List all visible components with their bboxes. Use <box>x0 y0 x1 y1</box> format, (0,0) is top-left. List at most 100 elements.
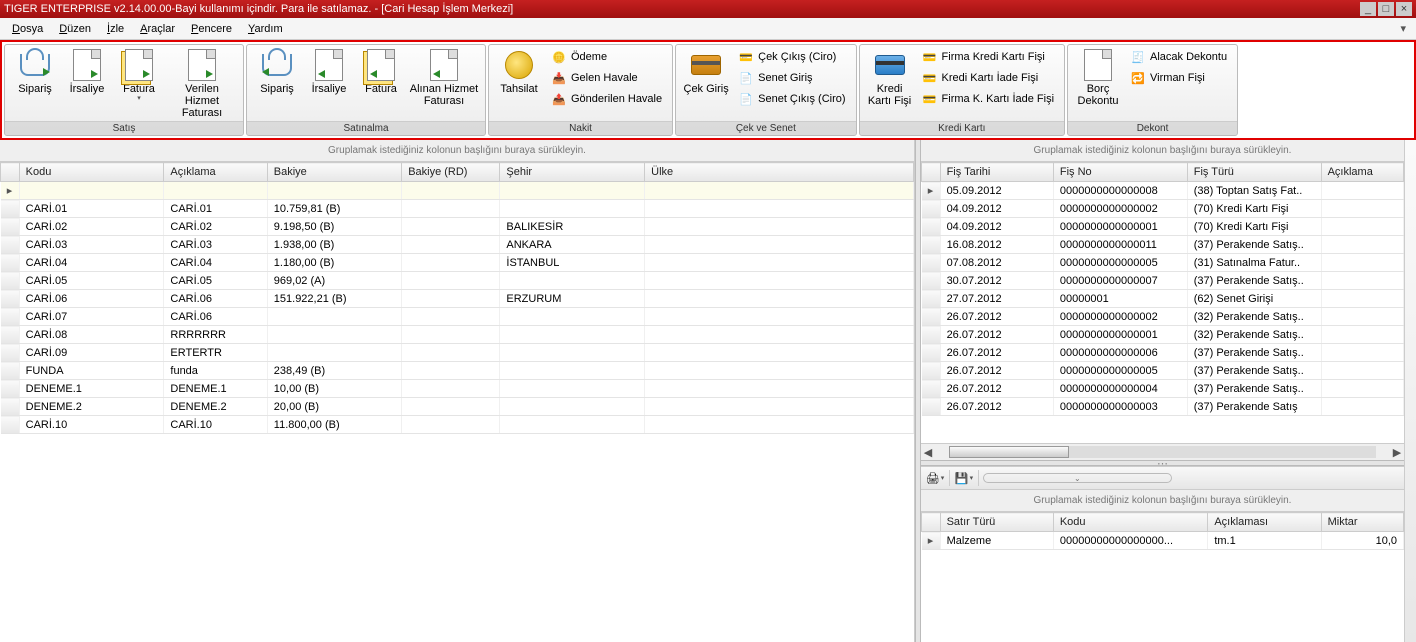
gelen-havale-button[interactable]: 📥Gelen Havale <box>547 68 666 88</box>
column-header[interactable]: Kodu <box>19 163 164 182</box>
table-row[interactable]: ▸Malzeme00000000000000000...tm.110,0 <box>922 532 1404 550</box>
expand-bar[interactable]: ⌄ <box>983 473 1172 483</box>
table-row[interactable]: 27.07.201200000001(62) Senet Girişi <box>922 290 1404 308</box>
senet-giris-button[interactable]: 📄Senet Giriş <box>734 68 849 88</box>
fatura-sa-button[interactable]: Fatura <box>355 47 407 117</box>
table-row[interactable]: CARİ.04CARİ.041.180,00 (B)İSTANBUL <box>1 254 914 272</box>
group-hint-right-top[interactable]: Gruplamak istediğiniz kolonun başlığını … <box>921 140 1404 162</box>
right-top-grid[interactable]: Fiş TarihiFiş NoFiş TürüAçıklama▸05.09.2… <box>921 162 1404 443</box>
close-button[interactable]: × <box>1396 2 1412 16</box>
table-row[interactable]: DENEME.1DENEME.110,00 (B) <box>1 380 914 398</box>
scroll-thumb[interactable] <box>949 446 1069 458</box>
firma-kredi-karti-button[interactable]: 💳Firma Kredi Kartı Fişi <box>918 47 1058 67</box>
column-header[interactable]: Satır Türü <box>940 513 1053 532</box>
menu-izle[interactable]: İzle <box>99 21 132 37</box>
alinan-hizmet-faturasi-button[interactable]: Alınan Hizmet Faturası <box>407 47 481 117</box>
column-header[interactable]: Fiş Tarihi <box>940 163 1053 182</box>
column-header[interactable]: Miktar <box>1321 513 1403 532</box>
table-row[interactable]: 16.08.20120000000000000011(37) Perakende… <box>922 236 1404 254</box>
senet-cikis-button[interactable]: 📄Senet Çıkış (Ciro) <box>734 89 849 109</box>
table-row[interactable]: CARİ.06CARİ.06151.922,21 (B)ERZURUM <box>1 290 914 308</box>
right-bottom-grid[interactable]: Satır TürüKoduAçıklamasıMiktar▸Malzeme00… <box>921 512 1404 642</box>
column-header[interactable]: Açıklaması <box>1208 513 1321 532</box>
fatura-button[interactable]: Fatura ▾ <box>113 47 165 117</box>
menu-araclar[interactable]: Araçlar <box>132 21 183 37</box>
cek-cikis-button[interactable]: 💳Çek Çıkış (Ciro) <box>734 47 849 67</box>
table-row[interactable]: 26.07.20120000000000000006(37) Perakende… <box>922 344 1404 362</box>
firma-karti-iade-button[interactable]: 💳Firma K. Kartı İade Fişi <box>918 89 1058 109</box>
maximize-button[interactable]: □ <box>1378 2 1394 16</box>
table-row[interactable]: 26.07.20120000000000000001(32) Perakende… <box>922 326 1404 344</box>
tahsilat-button[interactable]: Tahsilat <box>493 47 545 117</box>
siparis-button[interactable]: Sipariş <box>9 47 61 117</box>
menu-dosya[interactable]: Dosya <box>4 21 51 37</box>
table-row[interactable]: DENEME.2DENEME.220,00 (B) <box>1 398 914 416</box>
virman-fisi-button[interactable]: 🔁Virman Fişi <box>1126 68 1231 88</box>
table-row[interactable]: CARİ.07CARİ.06 <box>1 308 914 326</box>
filter-row[interactable]: ▸ <box>1 182 914 200</box>
irsaliye-button[interactable]: İrsaliye <box>61 47 113 117</box>
menu-yardim[interactable]: Yardım <box>240 21 291 37</box>
row-indicator-header[interactable] <box>922 513 941 532</box>
column-header[interactable]: Bakiye <box>267 163 401 182</box>
irsaliye-sa-button[interactable]: İrsaliye <box>303 47 355 117</box>
table-cell <box>1321 362 1403 380</box>
table-row[interactable]: FUNDAfunda238,49 (B) <box>1 362 914 380</box>
column-header[interactable]: Fiş Türü <box>1187 163 1321 182</box>
label: Virman Fişi <box>1150 72 1205 84</box>
odeme-button[interactable]: 🪙Ödeme <box>547 47 666 67</box>
siparis-sa-button[interactable]: Sipariş <box>251 47 303 117</box>
column-header[interactable]: Açıklama <box>1321 163 1403 182</box>
help-icon[interactable]: ▾ <box>1394 20 1412 37</box>
print-button[interactable]: 🖨 <box>925 469 945 487</box>
save-button[interactable]: 💾 <box>954 469 974 487</box>
table-cell <box>645 362 914 380</box>
table-row[interactable]: 26.07.20120000000000000002(32) Perakende… <box>922 308 1404 326</box>
borc-dekontu-button[interactable]: Borç Dekontu <box>1072 47 1124 117</box>
column-header[interactable]: Açıklama <box>164 163 267 182</box>
table-row[interactable]: CARİ.01CARİ.0110.759,81 (B) <box>1 200 914 218</box>
table-row[interactable]: 07.08.20120000000000000005(31) Satınalma… <box>922 254 1404 272</box>
group-hint-left[interactable]: Gruplamak istediğiniz kolonun başlığını … <box>0 140 914 162</box>
minimize-button[interactable]: _ <box>1360 2 1376 16</box>
table-row[interactable]: 26.07.20120000000000000004(37) Perakende… <box>922 380 1404 398</box>
alacak-dekontu-button[interactable]: 🧾Alacak Dekontu <box>1126 47 1231 67</box>
column-header[interactable]: Ülke <box>645 163 914 182</box>
vertical-splitter[interactable] <box>915 140 921 642</box>
table-cell: (62) Senet Girişi <box>1187 290 1321 308</box>
column-header[interactable]: Bakiye (RD) <box>402 163 500 182</box>
row-indicator-header[interactable] <box>922 163 941 182</box>
table-cell <box>500 272 645 290</box>
group-hint-right-bottom[interactable]: Gruplamak istediğiniz kolonun başlığını … <box>921 490 1404 512</box>
column-header[interactable]: Şehir <box>500 163 645 182</box>
table-row[interactable]: 04.09.20120000000000000001(70) Kredi Kar… <box>922 218 1404 236</box>
menu-duzen[interactable]: Düzen <box>51 21 99 37</box>
table-row[interactable]: CARİ.05CARİ.05969,02 (A) <box>1 272 914 290</box>
table-row[interactable]: CARİ.10CARİ.1011.800,00 (B) <box>1 416 914 434</box>
menu-pencere[interactable]: Pencere <box>183 21 240 37</box>
table-row[interactable]: 04.09.20120000000000000002(70) Kredi Kar… <box>922 200 1404 218</box>
table-row[interactable]: 26.07.20120000000000000005(37) Perakende… <box>922 362 1404 380</box>
table-row[interactable]: ▸05.09.20120000000000000008(38) Toptan S… <box>922 182 1404 200</box>
gonderilen-havale-button[interactable]: 📤Gönderilen Havale <box>547 89 666 109</box>
table-row[interactable]: 26.07.20120000000000000003(37) Perakende… <box>922 398 1404 416</box>
table-row[interactable]: CARİ.03CARİ.031.938,00 (B)ANKARA <box>1 236 914 254</box>
kredi-karti-fisi-button[interactable]: Kredi Kartı Fişi <box>864 47 916 117</box>
column-header[interactable]: Kodu <box>1053 513 1207 532</box>
scroll-left-icon[interactable]: ◀ <box>921 445 935 459</box>
cek-giris-button[interactable]: Çek Giriş <box>680 47 732 117</box>
horizontal-splitter[interactable] <box>921 460 1404 466</box>
row-indicator-header[interactable] <box>1 163 20 182</box>
table-row[interactable]: CARİ.09ERTERTR <box>1 344 914 362</box>
scroll-right-icon[interactable]: ▶ <box>1390 445 1404 459</box>
table-row[interactable]: 30.07.20120000000000000007(37) Perakende… <box>922 272 1404 290</box>
label: Gelen Havale <box>571 72 638 84</box>
kredi-karti-iade-button[interactable]: 💳Kredi Kartı İade Fişi <box>918 68 1058 88</box>
column-header[interactable]: Fiş No <box>1053 163 1187 182</box>
table-cell <box>1321 344 1403 362</box>
table-row[interactable]: CARİ.02CARİ.029.198,50 (B)BALIKESİR <box>1 218 914 236</box>
left-grid[interactable]: KoduAçıklamaBakiyeBakiye (RD)ŞehirÜlke▸C… <box>0 162 914 642</box>
verilen-hizmet-faturasi-button[interactable]: Verilen Hizmet Faturası <box>165 47 239 117</box>
table-row[interactable]: CARİ.08RRRRRRR <box>1 326 914 344</box>
table-cell <box>402 344 500 362</box>
